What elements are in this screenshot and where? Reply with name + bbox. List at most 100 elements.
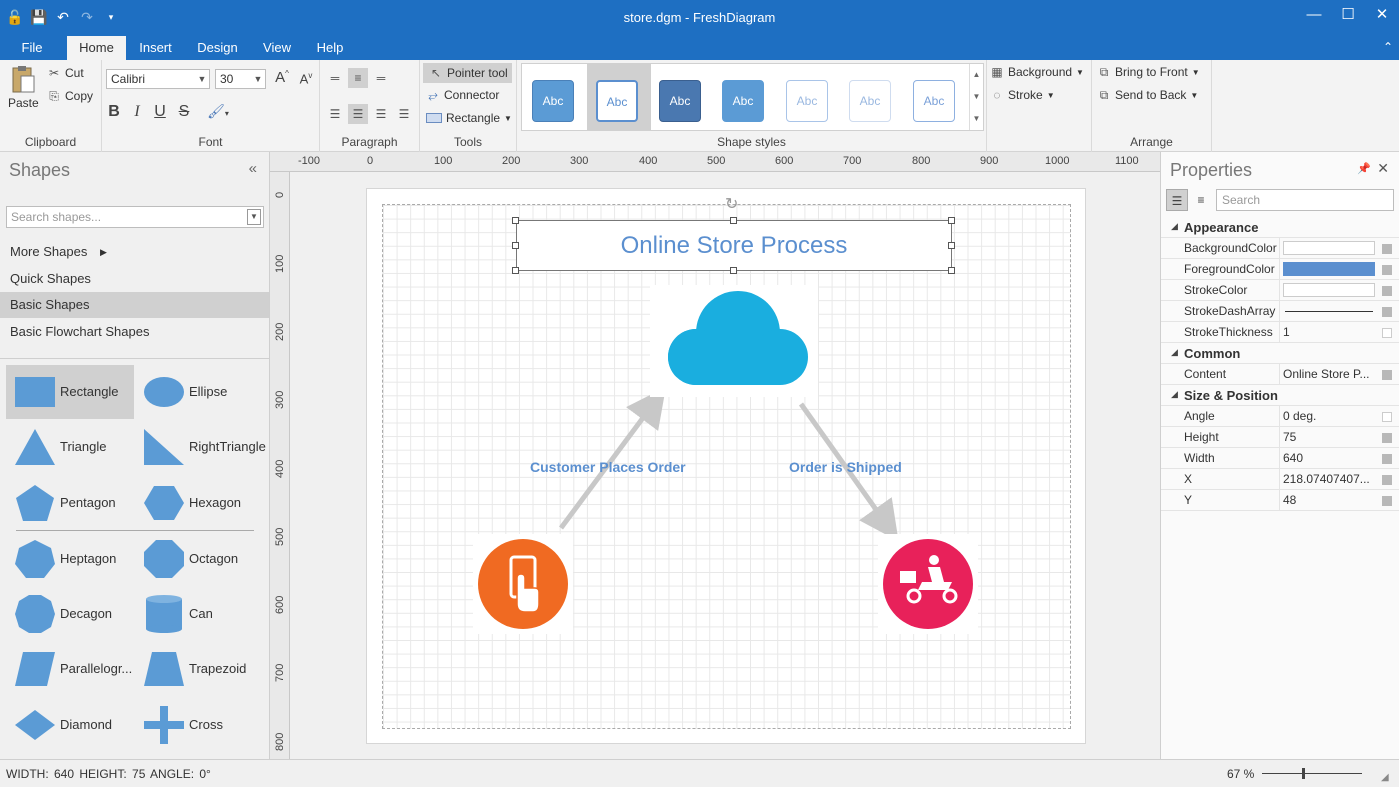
tab-insert[interactable]: Insert [133,36,178,60]
align-center-icon[interactable]: ☰ [348,104,368,124]
resize-handle[interactable] [512,242,519,249]
align-left-icon[interactable]: ☰ [325,104,345,124]
align-top-icon[interactable]: ═ [325,68,345,88]
shape-ellipse[interactable]: Ellipse [135,365,263,419]
resize-handle[interactable] [730,217,737,224]
common-category[interactable]: ◢ Common [1161,343,1399,364]
diagram-canvas[interactable]: Online Store Process ↻ Customer Places O… [291,173,1160,759]
property-row[interactable]: Content Online Store P... [1161,364,1399,385]
diagram-page[interactable]: Online Store Process ↻ Customer Places O… [366,188,1086,744]
property-row[interactable]: Width 640 [1161,448,1399,469]
pin-icon[interactable]: 📌 [1357,162,1371,175]
shape-trapezoid[interactable]: Trapezoid [135,642,263,696]
stroke-button[interactable]: ◌ Stroke ▼ [990,88,1054,102]
property-row[interactable]: Height 75 [1161,427,1399,448]
style-swatch[interactable]: Abc [659,80,701,122]
align-right-icon[interactable]: ☰ [371,104,391,124]
shape-right-triangle[interactable]: Right Triangle [135,420,266,474]
close-panel-icon[interactable]: ✕ [1377,160,1389,177]
grow-font-button[interactable]: A^ [272,69,292,86]
minimize-icon[interactable]: — [1297,0,1331,32]
property-row[interactable]: Angle 0 deg. [1161,406,1399,427]
collapse-panel-icon[interactable]: « [249,160,257,177]
appearance-category[interactable]: ◢ Appearance [1161,217,1399,238]
bold-button[interactable]: B [104,103,124,121]
pointer-tool-button[interactable]: ↖ Pointer tool [423,63,512,83]
property-row[interactable]: ForegroundColor [1161,259,1399,280]
property-row[interactable]: X 218.07407407... [1161,469,1399,490]
phone-order-icon[interactable] [473,534,573,634]
copy-button[interactable]: ⎘ Copy [47,89,93,103]
cloud-icon[interactable] [650,285,818,397]
align-middle-icon[interactable]: ≡ [348,68,368,88]
shape-octagon[interactable]: Octagon [135,532,263,586]
shapes-search-input[interactable]: Search shapes... ▼ [6,206,264,228]
italic-button[interactable]: I [127,103,147,121]
tab-help[interactable]: Help [310,36,350,60]
font-family-select[interactable]: Calibri ▼ [106,69,210,89]
underline-button[interactable]: U [150,103,170,121]
collapse-ribbon-icon[interactable]: ⌃ [1383,40,1393,54]
justify-icon[interactable]: ☰ [394,104,414,124]
shrink-font-button[interactable]: Av [296,71,316,86]
scroll-up-icon[interactable]: ▲ [970,64,983,86]
expand-gallery-icon[interactable]: ▼ [970,108,983,130]
properties-search-input[interactable]: Search [1216,189,1394,211]
category-quick-shapes[interactable]: Quick Shapes [0,266,269,292]
color-value[interactable] [1283,262,1375,276]
categorized-view-icon[interactable]: ☰ [1166,189,1188,211]
resize-handle[interactable] [948,267,955,274]
shape-can[interactable]: Can [135,587,263,641]
tab-home[interactable]: Home [67,36,126,60]
style-swatch[interactable]: Abc [849,80,891,122]
diagram-title-shape[interactable]: Online Store Process [516,220,952,271]
maximize-icon[interactable]: ☐ [1331,0,1365,32]
close-icon[interactable]: ✕ [1365,0,1399,32]
paste-button[interactable]: Paste [8,64,39,110]
shape-heptagon[interactable]: Heptagon [6,532,134,586]
shape-parallelogram[interactable]: Parallelogr... [6,642,134,696]
text-color-button[interactable]: 🖌▾ [202,103,234,121]
zoom-slider-thumb[interactable] [1302,768,1305,779]
category-basic-shapes[interactable]: Basic Shapes [0,292,269,318]
rotate-handle-icon[interactable]: ↻ [725,194,738,214]
style-swatch[interactable]: Abc [722,80,764,122]
color-value[interactable] [1283,283,1375,297]
shape-hexagon[interactable]: Hexagon [135,476,263,530]
shape-pentagon[interactable]: Pentagon [6,476,134,530]
zoom-slider[interactable] [1262,773,1362,774]
background-button[interactable]: ▦ Background ▼ [990,65,1084,79]
style-swatch[interactable]: Abc [913,80,955,122]
property-row[interactable]: BackgroundColor [1161,238,1399,259]
tab-view[interactable]: View [255,36,299,60]
connector-button[interactable]: ⥂ Connector [426,88,499,102]
chevron-down-icon[interactable]: ▼ [247,209,261,225]
scroll-down-icon[interactable]: ▼ [970,86,983,108]
shape-diamond[interactable]: Diamond [6,698,134,752]
size-position-category[interactable]: ◢ Size & Position [1161,385,1399,406]
style-swatch[interactable]: Abc [786,80,828,122]
font-size-select[interactable]: 30 ▼ [215,69,266,89]
shape-triangle[interactable]: Triangle [6,420,134,474]
resize-grip-icon[interactable]: ◢ [1381,772,1389,783]
tab-file[interactable]: File [12,36,52,60]
delivery-scooter-icon[interactable] [878,534,978,634]
styles-scrollbar[interactable]: ▲ ▼ ▼ [969,64,983,130]
shape-rectangle[interactable]: Rectangle [6,365,134,419]
color-value[interactable] [1283,241,1375,255]
property-row[interactable]: StrokeDashArray [1161,301,1399,322]
cut-button[interactable]: ✂ Cut [47,66,84,80]
send-to-back-button[interactable]: ⧉ Send to Back ▼ [1097,88,1199,102]
resize-handle[interactable] [948,217,955,224]
shape-cross[interactable]: Cross [135,698,263,752]
order-shipped-label[interactable]: Order is Shipped [789,459,902,475]
style-swatch[interactable]: Abc [532,80,574,122]
dash-line-preview[interactable] [1285,311,1373,312]
tab-design[interactable]: Design [190,36,245,60]
resize-handle[interactable] [948,242,955,249]
category-basic-flowchart[interactable]: Basic Flowchart Shapes [0,319,269,345]
resize-handle[interactable] [512,267,519,274]
customer-order-label[interactable]: Customer Places Order [530,459,686,475]
property-row[interactable]: Y 48 [1161,490,1399,511]
align-bottom-icon[interactable]: ═ [371,68,391,88]
